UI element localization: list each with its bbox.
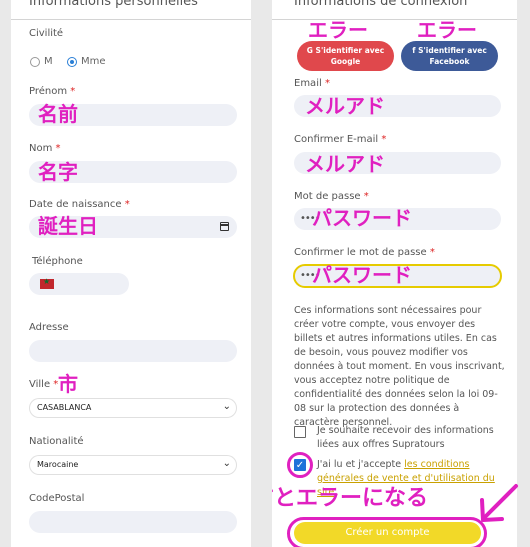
email-label: Email * (294, 78, 330, 89)
morocco-flag-icon[interactable] (40, 277, 54, 289)
confirm-email-annotation: メルアド (305, 152, 385, 176)
divider (11, 19, 251, 20)
facebook-icon: f (412, 46, 416, 55)
check-icon: ✓ (295, 460, 305, 471)
prenom-annotation: 名前 (38, 102, 78, 126)
password-label: Mot de passe * (294, 191, 369, 202)
nationalite-label: Nationalité (29, 436, 84, 447)
personal-info-title: Informations personnelles (29, 0, 198, 9)
nom-label: Nom * (29, 143, 61, 154)
dob-annotation: 誕生日 (38, 214, 98, 238)
codepostal-label: CodePostal (29, 493, 85, 504)
newsletter-label: Je souhaite recevoir des informations li… (317, 425, 494, 450)
adresse-label: Adresse (29, 322, 69, 333)
adresse-input[interactable] (29, 340, 237, 362)
info-paragraph: Ces informations sont nécessaires pour c… (294, 305, 505, 428)
create-account-button[interactable]: Créer un compte (294, 522, 481, 544)
arrow-annotation-icon (480, 484, 518, 522)
terms-checkbox[interactable]: ✓ (294, 459, 306, 471)
prenom-label: Prénom * (29, 86, 76, 97)
radio-m-label: M (44, 56, 53, 67)
newsletter-checkbox[interactable] (294, 426, 306, 438)
confirm-password-annotation: パスワード (312, 263, 412, 287)
facebook-error-annotation: エラー (417, 18, 477, 42)
login-info-title: Informations de connexion (294, 0, 468, 9)
confirm-email-label: Confirmer E-mail * (294, 134, 387, 145)
google-icon: G (306, 46, 313, 55)
ville-annotation: 市 (58, 372, 78, 396)
nationalite-value: Marocaine (37, 460, 79, 469)
radio-mme[interactable] (67, 57, 77, 67)
ville-label: Ville * (29, 379, 59, 390)
calendar-icon[interactable] (220, 222, 229, 231)
ville-value: CASABLANCA (37, 403, 92, 412)
nom-annotation: 名字 (38, 160, 78, 184)
dob-label: Date de naissance * (29, 199, 130, 210)
google-error-annotation: エラー (308, 18, 368, 42)
chevron-down-icon: ⌄ (222, 401, 231, 412)
civilite-label: Civilité (29, 28, 64, 39)
password-annotation: パスワード (312, 206, 412, 230)
email-annotation: メルアド (305, 94, 385, 118)
login-info-panel: Informations de connexion エラー エラー G S'id… (272, 0, 517, 547)
personal-info-panel: Informations personnelles Civilité M Mme… (11, 0, 251, 547)
confirm-password-label: Confirmer le mot de passe * (294, 247, 435, 258)
radio-m[interactable] (30, 57, 40, 67)
codepostal-input[interactable] (29, 511, 237, 533)
ville-select[interactable]: CASABLANCA ⌄ (29, 398, 237, 418)
submit-error-annotation: 押すとエラーになる (272, 486, 429, 511)
google-login-button[interactable]: G S'identifier avec Google (297, 41, 394, 71)
facebook-login-button[interactable]: f S'identifier avec Facebook (401, 41, 498, 71)
nationalite-select[interactable]: Marocaine ⌄ (29, 455, 237, 475)
telephone-label: Téléphone (32, 256, 83, 267)
radio-mme-label: Mme (81, 56, 106, 67)
chevron-down-icon: ⌄ (222, 458, 231, 469)
